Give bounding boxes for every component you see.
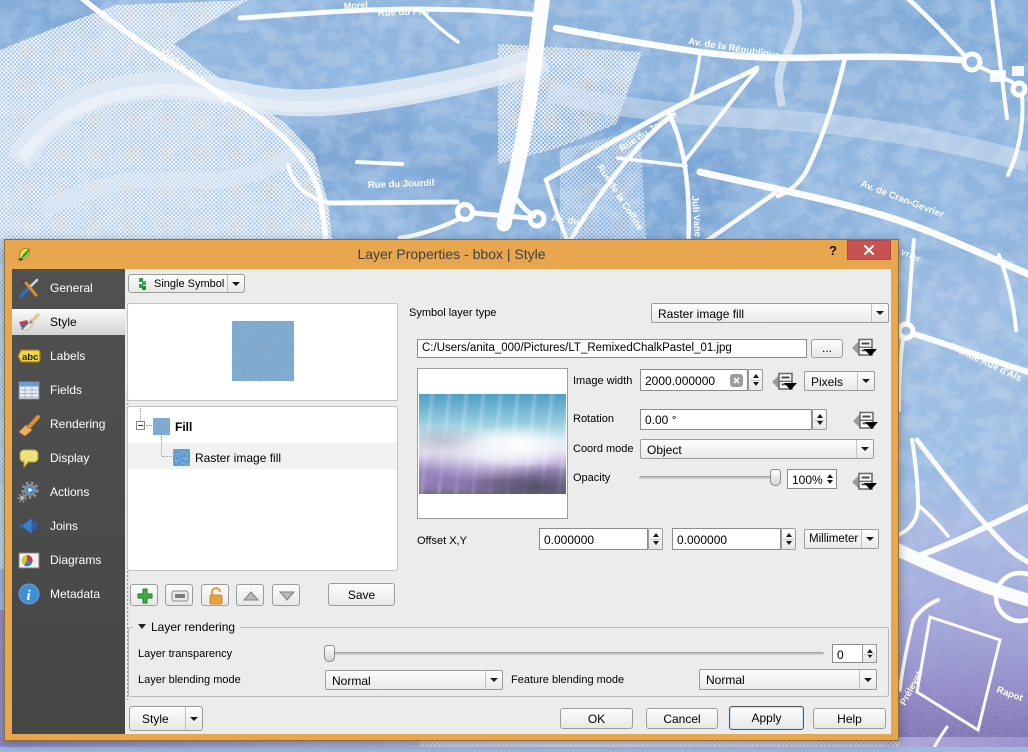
svg-text:abc: abc	[22, 352, 38, 363]
